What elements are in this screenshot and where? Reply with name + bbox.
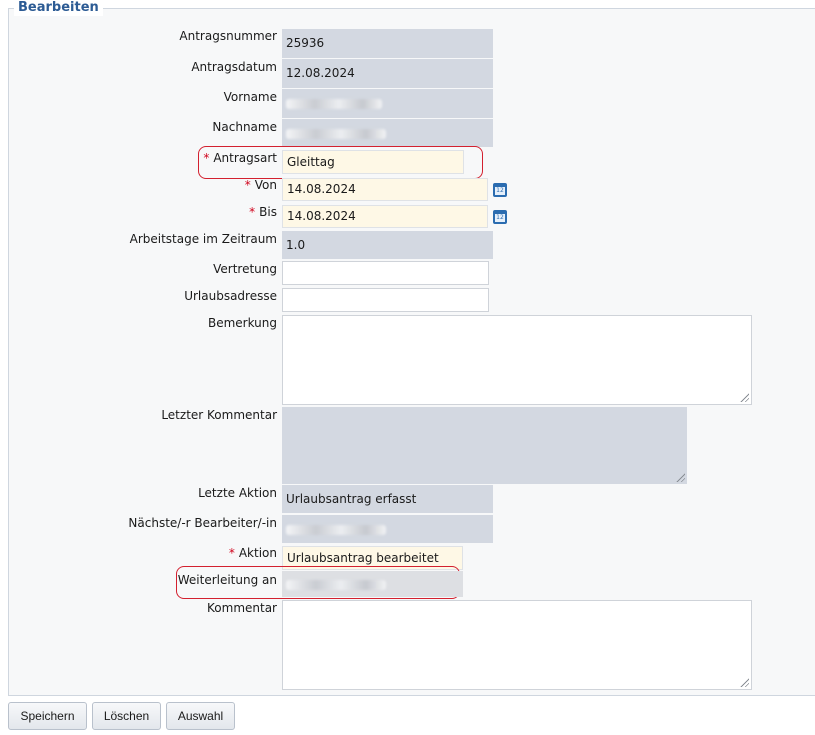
label-naechste-bearbeiter: Nächste/-r Bearbeiter/-in [128, 516, 277, 530]
label-bis: * Bis [249, 205, 277, 219]
required-marker: * [228, 546, 235, 560]
label-von-text: Von [254, 178, 277, 192]
antragsdatum-value: 12.08.2024 [282, 59, 493, 88]
label-letzter-kommentar: Letzter Kommentar [161, 408, 277, 422]
label-weiterleitung: Weiterleitung an [177, 573, 277, 587]
kommentar-textarea[interactable] [282, 600, 752, 690]
save-button[interactable]: Speichern [8, 702, 87, 730]
urlaubsadresse-input[interactable] [282, 288, 489, 312]
redacted-weiterleitung [286, 579, 386, 590]
resize-handle[interactable] [675, 472, 685, 482]
bis-date-input[interactable]: 14.08.2024 [282, 205, 488, 228]
label-antragsdatum: Antragsdatum [191, 60, 277, 74]
redacted-vorname [286, 98, 382, 109]
vertretung-input[interactable] [282, 261, 489, 285]
label-urlaubsadresse: Urlaubsadresse [184, 289, 277, 303]
calendar-icon[interactable]: 12 [493, 210, 507, 224]
label-arbeitstage: Arbeitstage im Zeitraum [129, 232, 277, 246]
delete-button[interactable]: Löschen [92, 702, 161, 730]
antragsart-select[interactable]: Gleittag [282, 150, 464, 174]
select-button[interactable]: Auswahl [166, 702, 235, 730]
redacted-nachname [286, 128, 386, 139]
label-kommentar: Kommentar [207, 601, 277, 615]
label-vertretung: Vertretung [213, 262, 277, 276]
nachname-value [282, 119, 493, 147]
bemerkung-textarea[interactable] [282, 315, 752, 405]
required-marker: * [244, 178, 251, 192]
weiterleitung-select[interactable] [282, 571, 463, 597]
resize-handle[interactable] [739, 677, 749, 687]
letzter-kommentar-textarea [282, 407, 687, 484]
letzte-aktion-value: Urlaubsantrag erfasst [282, 485, 493, 513]
calendar-icon[interactable]: 12 [493, 183, 507, 197]
label-antragsart-text: Antragsart [213, 151, 277, 165]
label-bis-text: Bis [259, 205, 277, 219]
required-marker: * [203, 151, 210, 165]
label-antragsnummer: Antragsnummer [179, 29, 277, 43]
label-letzte-aktion: Letzte Aktion [198, 486, 277, 500]
label-bemerkung: Bemerkung [207, 316, 277, 330]
arbeitstage-value: 1.0 [282, 231, 493, 259]
label-vorname: Vorname [223, 90, 277, 104]
von-date-input[interactable]: 14.08.2024 [282, 178, 488, 201]
label-von: * Von [245, 178, 277, 192]
label-aktion: * Aktion [229, 546, 277, 560]
vorname-value [282, 89, 493, 118]
label-aktion-text: Aktion [238, 546, 277, 560]
label-nachname: Nachname [212, 120, 277, 134]
naechste-bearbeiter-value [282, 515, 493, 543]
redacted-bearbeiter [286, 524, 386, 535]
label-antragsart: * Antragsart [203, 151, 277, 165]
antragsnummer-value: 25936 [282, 29, 493, 58]
resize-handle[interactable] [739, 392, 749, 402]
fieldset-legend: Bearbeiten [14, 0, 103, 16]
required-marker: * [249, 205, 256, 219]
